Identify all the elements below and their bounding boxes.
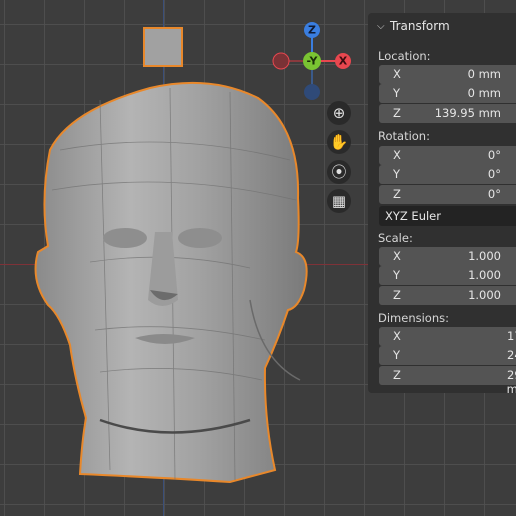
dimensions-y-axis: Y: [393, 348, 401, 362]
rotation-z-axis: Z: [393, 187, 401, 201]
scale-x-axis: X: [393, 249, 401, 263]
rotation-x-axis: X: [393, 148, 401, 162]
dimensions-y-field[interactable]: Y 241 mm: [379, 346, 516, 376]
rotation-y-field[interactable]: Y 0°: [379, 165, 516, 184]
location-z-axis: Z: [393, 106, 401, 120]
rotation-z-value: 0°: [487, 187, 501, 201]
zoom-in-icon[interactable]: ⊕: [327, 101, 351, 125]
location-z-field[interactable]: Z 139.95 mm: [379, 104, 516, 123]
location-y-value: 0 mm: [467, 86, 501, 100]
rotation-x-value: 0°: [487, 148, 501, 162]
rotation-label: Rotation:: [378, 129, 430, 143]
grid-ortho-icon[interactable]: ▦: [327, 189, 351, 213]
panel-title: Transform: [390, 19, 450, 33]
chevron-down-icon[interactable]: ⌵: [377, 21, 385, 32]
scale-y-field[interactable]: Y 1.000: [379, 266, 516, 285]
gizmo-z-label: Z: [308, 24, 316, 37]
rotation-y-value: 0°: [487, 167, 501, 181]
scale-z-value: 1.000: [468, 288, 501, 302]
scale-x-value: 1.000: [468, 249, 501, 263]
dimensions-z-value: 297 mm: [506, 368, 516, 396]
location-z-value: 139.95 mm: [434, 106, 501, 120]
rotation-y-axis: Y: [393, 167, 401, 181]
camera-icon[interactable]: ⦿: [327, 160, 351, 184]
location-y-field[interactable]: Y 0 mm: [379, 84, 516, 103]
rotation-z-field[interactable]: Z 0°: [379, 185, 516, 204]
gizmo-neg-z-axis[interactable]: [304, 84, 320, 100]
transform-panel: ⌵ Transform Location: X 0 mm Y 0 mm Z 13…: [368, 13, 516, 396]
gizmo-neg-y-label: -Y: [307, 55, 319, 68]
location-x-axis: X: [393, 67, 401, 81]
transform-panel-header[interactable]: ⌵ Transform: [368, 16, 516, 36]
dimensions-x-field[interactable]: X 179 mm: [379, 327, 516, 357]
dimensions-label: Dimensions:: [378, 311, 449, 325]
dimensions-x-axis: X: [393, 329, 401, 343]
gizmo-x-label: X: [339, 55, 348, 68]
rotation-x-field[interactable]: X 0°: [379, 146, 516, 165]
location-y-axis: Y: [393, 86, 401, 100]
scale-y-axis: Y: [393, 268, 401, 282]
scale-z-axis: Z: [393, 288, 401, 302]
hand-pan-icon[interactable]: ✋: [327, 130, 351, 154]
scale-y-value: 1.000: [468, 268, 501, 282]
gizmo-neg-x-axis[interactable]: [272, 52, 290, 70]
dimensions-z-field[interactable]: Z 297 mm: [379, 366, 516, 396]
scale-z-field[interactable]: Z 1.000: [379, 286, 516, 305]
location-x-field[interactable]: X 0 mm: [379, 65, 516, 84]
dimensions-z-axis: Z: [393, 368, 401, 382]
scale-x-field[interactable]: X 1.000: [379, 247, 516, 266]
rotation-mode-value: XYZ Euler: [385, 209, 441, 223]
scale-label: Scale:: [378, 231, 413, 245]
location-x-value: 0 mm: [467, 67, 501, 81]
rotation-mode-dropdown[interactable]: XYZ Euler: [379, 206, 516, 226]
location-label: Location:: [378, 49, 431, 63]
